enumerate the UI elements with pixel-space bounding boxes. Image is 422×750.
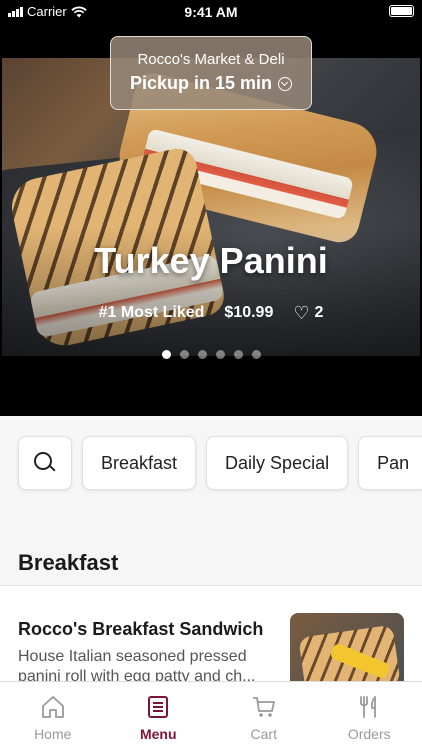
tab-bar: Home Menu Cart Orders (0, 681, 422, 750)
menu-item-name: Rocco's Breakfast Sandwich (18, 619, 264, 639)
category-strip: Breakfast Daily Special Pan (0, 416, 422, 536)
search-icon (34, 452, 56, 474)
pickup-row: Pickup in 15 min (111, 73, 311, 94)
featured-item-meta: #1 Most Liked $10.99 ♡ 2 (0, 304, 422, 322)
menu-item[interactable]: Rocco's Breakfast Sandwich House Italian… (0, 587, 422, 685)
home-icon (41, 696, 64, 718)
section-title: Breakfast (18, 550, 119, 575)
like-button[interactable]: ♡ 2 (293, 304, 323, 322)
battery-icon (389, 5, 414, 17)
store-name: Rocco's Market & Deli (137, 51, 285, 68)
category-chip-breakfast[interactable]: Breakfast (82, 436, 197, 490)
pickup-time: Pickup in 15 min (129, 73, 273, 93)
tab-orders[interactable]: Orders (317, 682, 422, 750)
category-chips: Breakfast Daily Special Pan (18, 436, 422, 490)
tab-home-label: Home (34, 726, 72, 742)
heart-icon: ♡ (293, 303, 310, 323)
carousel-dots[interactable] (0, 350, 422, 359)
carousel-dot[interactable] (197, 350, 207, 359)
menu-item-image (290, 613, 404, 685)
tab-cart[interactable]: Cart (211, 682, 317, 750)
search-button[interactable] (18, 436, 72, 490)
status-bar: Carrier 9:41 AM (0, 0, 422, 24)
menu-icon (148, 696, 169, 718)
carousel-dot[interactable] (251, 350, 261, 359)
chevron-down-icon (278, 76, 293, 91)
carousel-dot[interactable] (161, 350, 171, 359)
category-chip-panini[interactable]: Pan (358, 436, 422, 490)
carousel-dot[interactable] (215, 350, 225, 359)
tab-home[interactable]: Home (0, 682, 106, 750)
tab-cart-label: Cart (250, 726, 277, 742)
featured-item-title: Turkey Panini (94, 240, 328, 281)
tab-orders-label: Orders (347, 726, 391, 742)
most-liked-badge: #1 Most Liked (98, 304, 205, 321)
carousel-dot[interactable] (233, 350, 243, 359)
store-pickup-selector[interactable]: Rocco's Market & Deli Pickup in 15 min (110, 36, 312, 110)
status-time: 9:41 AM (184, 4, 238, 20)
cart-icon (252, 697, 275, 717)
hero-carousel[interactable]: Rocco's Market & Deli Pickup in 15 min T… (0, 24, 422, 416)
like-count: 2 (314, 304, 324, 321)
section-header: Breakfast (0, 536, 422, 586)
category-chip-daily-special[interactable]: Daily Special (206, 436, 349, 490)
tab-menu-label: Menu (139, 726, 177, 742)
orders-icon (360, 696, 377, 718)
carousel-dot[interactable] (179, 350, 189, 359)
featured-price: $10.99 (224, 304, 274, 321)
tab-menu[interactable]: Menu (106, 682, 212, 750)
